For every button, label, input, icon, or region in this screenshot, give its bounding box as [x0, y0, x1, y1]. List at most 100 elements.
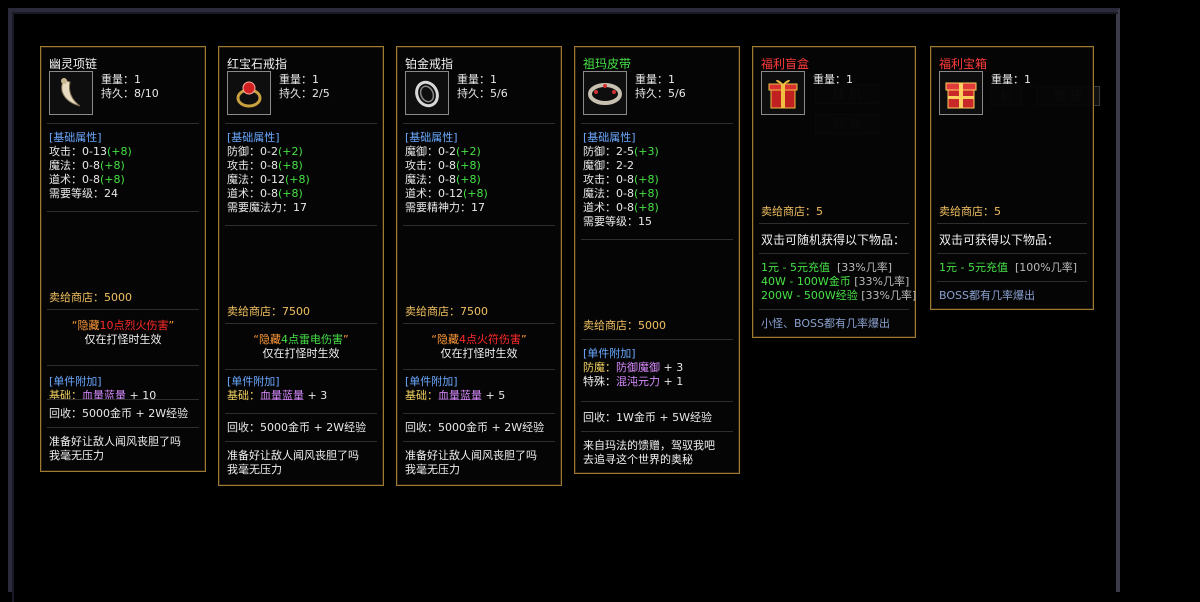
sell-price: 卖给商店：7500	[405, 305, 488, 318]
stat-row: 魔法：0-12(+8)	[227, 173, 310, 186]
item-tooltip-treasure-box: 福利宝箱 重量：1 卖给商店：5 双击可获得以下物品： 1元 - 5元充值 [1…	[930, 46, 1094, 310]
section-header: [单件附加]	[405, 375, 458, 388]
item-description: 来自玛法的馈赠，驾驭我吧	[583, 439, 715, 452]
section-header: [基础属性]	[583, 131, 636, 144]
stat-row: 攻击：0-8(+8)	[405, 159, 481, 172]
divider	[47, 399, 199, 400]
divider	[937, 253, 1087, 254]
gift-row: 40W - 100W金币 [33%几率]	[761, 275, 910, 288]
item-name: 祖玛皮带	[583, 57, 632, 71]
item-description: 准备好让敌人闻风丧胆了吗	[49, 435, 181, 448]
divider	[937, 223, 1087, 224]
gift-box-icon	[761, 71, 805, 115]
divider	[403, 123, 555, 124]
divider	[403, 441, 555, 442]
divider	[581, 339, 733, 340]
item-durability: 持久：8/10	[101, 87, 159, 100]
divider	[47, 365, 199, 366]
hidden-effect: “隐藏4点火符伤害”	[431, 333, 527, 346]
stat-row: 攻击：0-8(+8)	[227, 159, 303, 172]
item-description: 我毫无压力	[405, 463, 460, 476]
item-name: 红宝石戒指	[227, 57, 288, 71]
divider	[47, 427, 199, 428]
divider	[403, 369, 555, 370]
divider	[225, 441, 377, 442]
item-name: 福利盲盒	[761, 57, 810, 71]
divider	[225, 369, 377, 370]
necklace-icon	[49, 71, 93, 115]
item-durability: 持久：2/5	[279, 87, 330, 100]
section-header: [基础属性]	[227, 131, 280, 144]
sell-price: 卖给商店：7500	[227, 305, 310, 318]
divider	[759, 309, 909, 310]
stat-row: 道术：0-12(+8)	[405, 187, 488, 200]
item-durability: 持久：5/6	[635, 87, 686, 100]
stat-row: 攻击：0-8(+8)	[583, 173, 659, 186]
item-tooltip-ruby-ring: 红宝石戒指 重量：1 持久：2/5 [基础属性] 防御：0-2(+2) 攻击：0…	[218, 46, 384, 486]
item-description: 准备好让敌人闻风丧胆了吗	[227, 449, 359, 462]
belt-icon	[583, 71, 627, 115]
item-tooltip-platinum-ring: 铂金戒指 重量：1 持久：5/6 [基础属性] 魔御：0-2(+2) 攻击：0-…	[396, 46, 562, 486]
stat-row: 攻击：0-13(+8)	[49, 145, 132, 158]
divider	[225, 323, 377, 324]
recycle-value: 回收：1W金币 + 5W经验	[583, 411, 712, 424]
stat-row: 需要精神力：17	[405, 201, 485, 214]
item-name: 铂金戒指	[405, 57, 454, 71]
recycle-value: 回收：5000金币 + 2W经验	[405, 421, 545, 434]
gift-intro: 双击可随机获得以下物品：	[761, 233, 906, 247]
gift-intro: 双击可获得以下物品：	[939, 233, 1060, 247]
divider	[403, 323, 555, 324]
divider	[47, 211, 199, 212]
stat-row: 需要魔法力：17	[227, 201, 307, 214]
divider	[225, 123, 377, 124]
item-weight: 重量：1	[635, 73, 675, 86]
divider	[759, 253, 909, 254]
divider	[403, 225, 555, 226]
sell-price: 卖给商店：5	[939, 205, 1001, 218]
item-weight: 重量：1	[991, 73, 1031, 86]
divider	[47, 123, 199, 124]
hidden-effect-note: 仅在打怪时生效	[262, 347, 340, 360]
hidden-effect-note: 仅在打怪时生效	[440, 347, 518, 360]
item-description: 去追寻这个世界的奥秘	[583, 453, 693, 466]
item-weight: 重量：1	[457, 73, 497, 86]
stat-row: 需要等级：15	[583, 215, 652, 228]
section-header: [单件附加]	[49, 375, 102, 388]
drop-note: BOSS都有几率爆出	[939, 289, 1035, 302]
section-header: [基础属性]	[405, 131, 458, 144]
recycle-value: 回收：5000金币 + 2W经验	[49, 407, 189, 420]
stat-row: 道术：0-8(+8)	[583, 201, 659, 214]
section-header: [单件附加]	[583, 347, 636, 360]
item-tooltip-gift-box: 福利盲盒 重量：1 卖给商店：5 双击可随机获得以下物品： 1元 - 5元充值 …	[752, 46, 916, 338]
stat-row: 道术：0-8(+8)	[49, 173, 125, 186]
platinum-ring-icon	[405, 71, 449, 115]
hidden-effect: “隐藏10点烈火伤害”	[71, 319, 175, 332]
hidden-effect-note: 仅在打怪时生效	[84, 333, 162, 346]
divider	[581, 239, 733, 240]
item-durability: 持久：5/6	[457, 87, 508, 100]
drop-note: 小怪、BOSS都有几率爆出	[761, 317, 890, 330]
stat-row: 防御：2-5(+3)	[583, 145, 659, 158]
item-tooltip-necklace: 幽灵项链 重量：1 持久：8/10 [基础属性] 攻击：0-13(+8) 魔法：…	[40, 46, 206, 472]
stat-row: 需要等级：24	[49, 187, 118, 200]
item-weight: 重量：1	[813, 73, 853, 86]
item-weight: 重量：1	[101, 73, 141, 86]
extra-row: 特殊：混沌元力 + 1	[583, 375, 684, 388]
item-weight: 重量：1	[279, 73, 319, 86]
recycle-value: 回收：5000金币 + 2W经验	[227, 421, 367, 434]
divider	[47, 309, 199, 310]
sell-price: 卖给商店：5000	[49, 291, 132, 304]
item-description: 我毫无压力	[49, 449, 104, 462]
extra-row: 防魔：防御魔御 + 3	[583, 361, 684, 374]
divider	[759, 223, 909, 224]
divider	[581, 123, 733, 124]
item-name: 幽灵项链	[49, 57, 98, 71]
extra-row: 基础：血量蓝量 + 5	[405, 389, 506, 402]
stat-row: 道术：0-8(+8)	[227, 187, 303, 200]
divider	[403, 413, 555, 414]
stat-row: 魔御：2-2	[583, 159, 634, 172]
divider	[225, 413, 377, 414]
item-description: 准备好让敌人闻风丧胆了吗	[405, 449, 537, 462]
section-header: [基础属性]	[49, 131, 102, 144]
item-name: 福利宝箱	[939, 57, 988, 71]
